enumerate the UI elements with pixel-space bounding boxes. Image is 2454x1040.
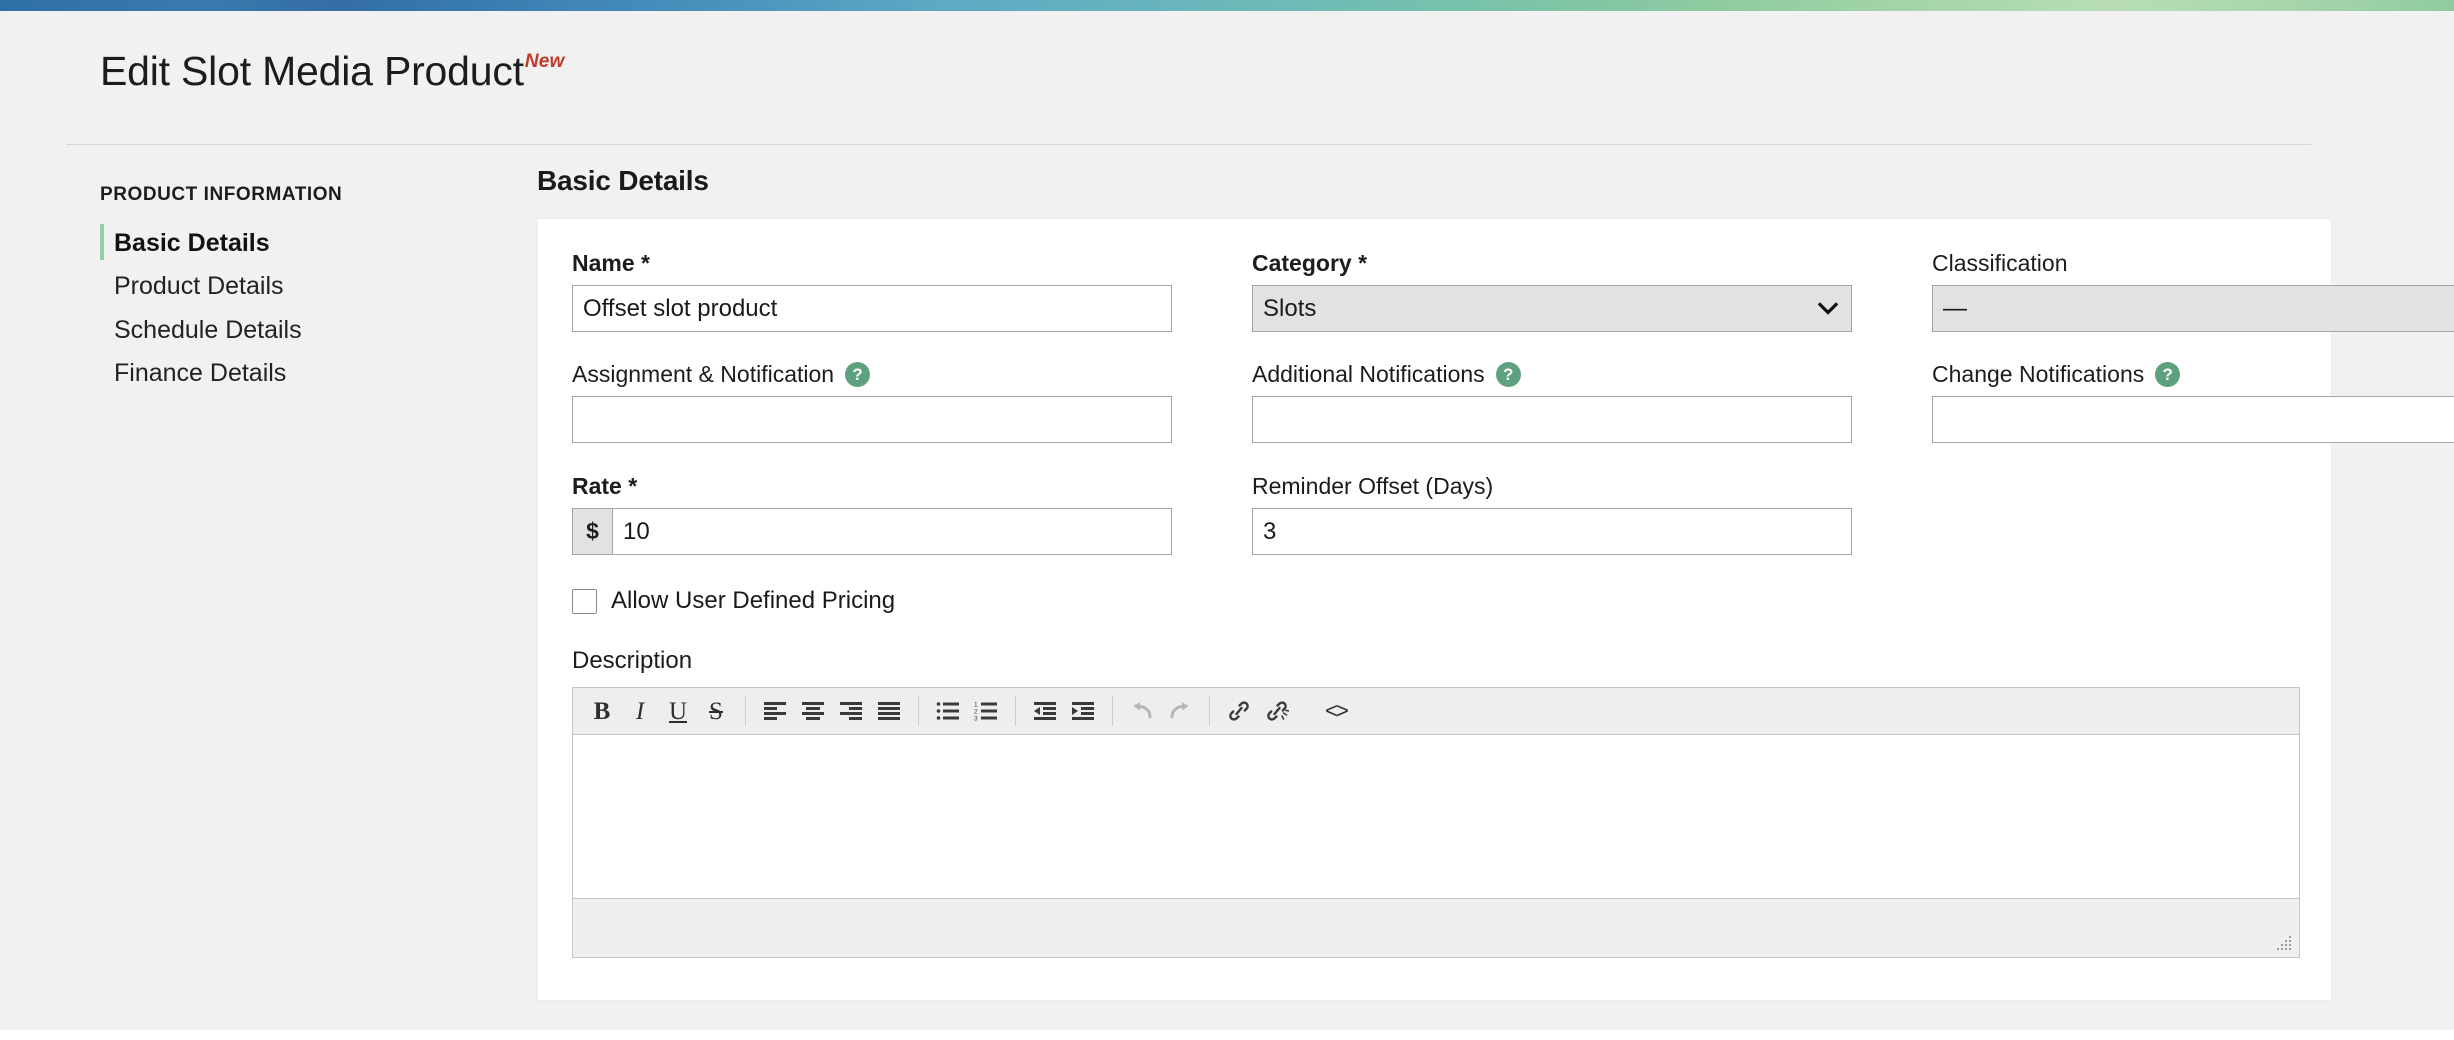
toolbar-separator: [1015, 696, 1016, 726]
field-label-category: Category *: [1252, 251, 1852, 276]
allow-user-defined-pricing-label[interactable]: Allow User Defined Pricing: [611, 587, 895, 615]
field-additional-notifications: Additional Notifications ?: [1252, 362, 1852, 443]
sidebar-item-product-details[interactable]: Product Details: [100, 265, 490, 308]
sidebar-item-label: Finance Details: [114, 359, 286, 387]
sidebar-item-finance-details[interactable]: Finance Details: [100, 352, 490, 395]
sidebar-heading: PRODUCT INFORMATION: [100, 184, 490, 206]
currency-symbol-addon: $: [572, 508, 612, 555]
sidebar-item-label: Product Details: [114, 272, 284, 300]
field-label-name: Name *: [572, 251, 1172, 276]
toolbar-separator: [918, 696, 919, 726]
sidebar-list: Basic Details Product Details Schedule D…: [100, 222, 490, 395]
field-label-assignment-notification: Assignment & Notification ?: [572, 362, 1172, 387]
label-text: Category *: [1252, 251, 1367, 276]
help-icon[interactable]: ?: [845, 362, 870, 387]
indent-icon[interactable]: [1064, 692, 1102, 730]
svg-text:2: 2: [974, 709, 978, 716]
field-reminder-offset: Reminder Offset (Days): [1252, 474, 1852, 555]
italic-icon[interactable]: I: [621, 692, 659, 730]
rate-input-group: $: [572, 508, 1172, 555]
field-label-additional-notifications: Additional Notifications ?: [1252, 362, 1852, 387]
source-code-icon[interactable]: <>: [1317, 692, 1355, 730]
editor-toolbar: B I U S: [573, 688, 2299, 735]
classification-select-wrap: —: [1932, 285, 2454, 332]
description-label: Description: [572, 647, 692, 675]
label-text: Reminder Offset (Days): [1252, 474, 1493, 499]
sidebar-item-label: Schedule Details: [114, 316, 302, 344]
underline-icon[interactable]: U: [659, 692, 697, 730]
field-label-classification: Classification: [1932, 251, 2454, 276]
label-text: Rate *: [572, 474, 637, 499]
toolbar-separator: [1209, 696, 1210, 726]
sidebar-item-schedule-details[interactable]: Schedule Details: [100, 309, 490, 352]
field-assignment-notification: Assignment & Notification ?: [572, 362, 1172, 443]
svg-text:1: 1: [974, 702, 978, 709]
reminder-offset-input[interactable]: [1252, 508, 1852, 555]
page-title-new-badge: New: [525, 51, 565, 72]
basic-details-card: Name * Category * Slots: [537, 218, 2332, 1001]
undo-icon[interactable]: [1123, 692, 1161, 730]
change-notifications-input[interactable]: [1932, 396, 2454, 443]
sidebar-item-basic-details[interactable]: Basic Details: [100, 222, 490, 265]
toolbar-separator: [1112, 696, 1113, 726]
unlink-icon[interactable]: [1258, 692, 1296, 730]
top-gradient-bar: [0, 0, 2454, 11]
description-rich-text-editor: B I U S: [572, 687, 2300, 958]
field-label-rate: Rate *: [572, 474, 1172, 499]
numbered-list-icon[interactable]: 1 2 3: [967, 692, 1005, 730]
field-classification: Classification —: [1932, 251, 2454, 332]
additional-notifications-input[interactable]: [1252, 396, 1852, 443]
assignment-notification-input[interactable]: [572, 396, 1172, 443]
section-title: Basic Details: [537, 165, 709, 197]
resize-grip-icon[interactable]: [2276, 935, 2292, 951]
field-change-notifications: Change Notifications ?: [1932, 362, 2454, 443]
page-title: Edit Slot Media Product: [100, 51, 524, 92]
field-label-reminder-offset: Reminder Offset (Days): [1252, 474, 1852, 499]
category-select[interactable]: Slots: [1252, 285, 1852, 332]
header-divider: [66, 144, 2311, 145]
sidebar-item-label: Basic Details: [114, 229, 270, 257]
category-select-wrap: Slots: [1252, 285, 1852, 332]
classification-select[interactable]: —: [1932, 285, 2454, 332]
bold-icon[interactable]: B: [583, 692, 621, 730]
align-justify-icon[interactable]: [870, 692, 908, 730]
rate-input[interactable]: [612, 508, 1172, 555]
outdent-icon[interactable]: [1026, 692, 1064, 730]
label-text: Assignment & Notification: [572, 362, 834, 387]
field-label-change-notifications: Change Notifications ?: [1932, 362, 2454, 387]
strikethrough-icon[interactable]: S: [697, 692, 735, 730]
field-category: Category * Slots: [1252, 251, 1852, 332]
description-editor-body[interactable]: [573, 735, 2299, 898]
help-icon[interactable]: ?: [2155, 362, 2180, 387]
allow-user-defined-pricing-row[interactable]: Allow User Defined Pricing: [572, 587, 895, 615]
page-sheet-inner: Edit Slot Media ProductNew PRODUCT INFOR…: [14, 11, 2440, 1030]
align-center-icon[interactable]: [794, 692, 832, 730]
label-text: Classification: [1932, 251, 2068, 276]
toolbar-separator: [745, 696, 746, 726]
label-text: Name *: [572, 251, 650, 276]
svg-text:3: 3: [974, 716, 978, 722]
product-information-sidebar: PRODUCT INFORMATION Basic Details Produc…: [100, 184, 490, 395]
label-text: Additional Notifications: [1252, 362, 1485, 387]
label-text: Change Notifications: [1932, 362, 2144, 387]
align-right-icon[interactable]: [832, 692, 870, 730]
page-sheet: Edit Slot Media ProductNew PRODUCT INFOR…: [0, 11, 2454, 1030]
allow-user-defined-pricing-checkbox[interactable]: [572, 589, 597, 614]
field-rate: Rate * $: [572, 474, 1172, 555]
editor-status-bar: [573, 898, 2299, 957]
bullet-list-icon[interactable]: [929, 692, 967, 730]
field-name: Name *: [572, 251, 1172, 332]
link-icon[interactable]: [1220, 692, 1258, 730]
name-input[interactable]: [572, 285, 1172, 332]
redo-icon[interactable]: [1161, 692, 1199, 730]
help-icon[interactable]: ?: [1496, 362, 1521, 387]
align-left-icon[interactable]: [756, 692, 794, 730]
app-window: Edit Slot Media ProductNew PRODUCT INFOR…: [0, 0, 2454, 1040]
page-header: Edit Slot Media ProductNew: [100, 51, 2340, 92]
